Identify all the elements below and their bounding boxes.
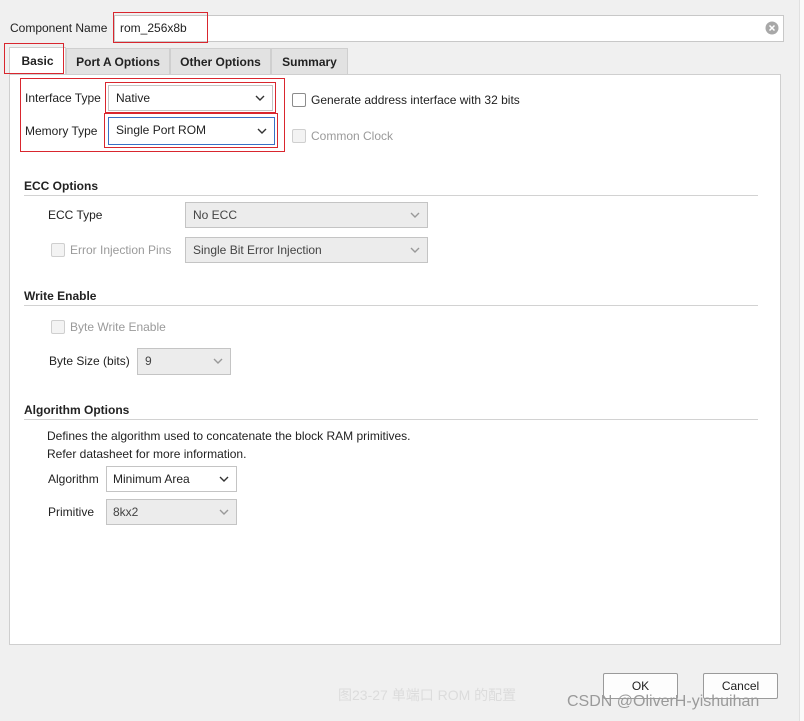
chevron-down-icon [213, 358, 223, 364]
interface-type-select[interactable]: Native [108, 85, 273, 111]
generate-address-checkbox[interactable] [292, 93, 306, 107]
algorithm-select[interactable]: Minimum Area [106, 466, 237, 492]
component-name-value: rom_256x8b [120, 21, 187, 35]
algorithm-value: Minimum Area [113, 472, 190, 486]
primitive-label: Primitive [48, 505, 95, 519]
primitive-value: 8kx2 [113, 505, 139, 519]
byte-write-enable-label: Byte Write Enable [70, 320, 166, 334]
byte-size-label: Byte Size (bits) [49, 354, 130, 368]
chevron-down-icon [219, 509, 229, 515]
error-injection-value: Single Bit Error Injection [193, 243, 322, 257]
algorithm-description-line1: Defines the algorithm used to concatenat… [47, 429, 411, 443]
error-injection-checkbox[interactable] [51, 243, 65, 257]
component-name-input[interactable]: rom_256x8b [114, 15, 784, 42]
algorithm-section-divider [24, 419, 758, 420]
error-injection-select[interactable]: Single Bit Error Injection [185, 237, 428, 263]
memory-type-select[interactable]: Single Port ROM [108, 117, 275, 145]
csdn-watermark: CSDN @OliverH-yishuihan [567, 693, 760, 710]
interface-type-value: Native [116, 91, 151, 105]
primitive-select[interactable]: 8kx2 [106, 499, 237, 525]
memory-type-value: Single Port ROM [116, 123, 207, 137]
byte-write-enable-checkbox[interactable] [51, 320, 65, 334]
interface-type-label: Interface Type [25, 91, 101, 105]
chevron-down-icon [255, 95, 265, 101]
algorithm-label: Algorithm [48, 472, 99, 486]
ecc-options-title: ECC Options [24, 179, 98, 193]
memory-type-label: Memory Type [25, 124, 98, 138]
ecc-type-select[interactable]: No ECC [185, 202, 428, 228]
algorithm-options-title: Algorithm Options [24, 403, 130, 417]
ecc-type-label: ECC Type [48, 208, 103, 222]
clear-icon[interactable] [765, 21, 779, 35]
write-enable-title: Write Enable [24, 289, 97, 303]
ecc-section-divider [24, 195, 758, 196]
tab-port-a-options[interactable]: Port A Options [66, 48, 170, 74]
common-clock-label: Common Clock [311, 129, 394, 143]
write-enable-section-divider [24, 305, 758, 306]
common-clock-checkbox[interactable] [292, 129, 306, 143]
chevron-down-icon [410, 247, 420, 253]
byte-size-value: 9 [145, 354, 152, 368]
component-name-label: Component Name [10, 21, 108, 35]
tab-summary[interactable]: Summary [271, 48, 348, 74]
chevron-down-icon [410, 212, 420, 218]
ecc-type-value: No ECC [193, 208, 238, 222]
generate-address-label: Generate address interface with 32 bits [311, 93, 520, 107]
chevron-down-icon [219, 476, 229, 482]
byte-size-select[interactable]: 9 [137, 348, 231, 375]
error-injection-label: Error Injection Pins [70, 243, 172, 257]
tab-basic[interactable]: Basic [9, 47, 66, 75]
algorithm-description-line2: Refer datasheet for more information. [47, 447, 247, 461]
right-edge-strip [799, 0, 804, 721]
tab-other-options[interactable]: Other Options [170, 48, 271, 74]
chevron-down-icon [257, 128, 267, 134]
figure-caption: 图23-27 单端口 ROM 的配置 [338, 687, 517, 703]
